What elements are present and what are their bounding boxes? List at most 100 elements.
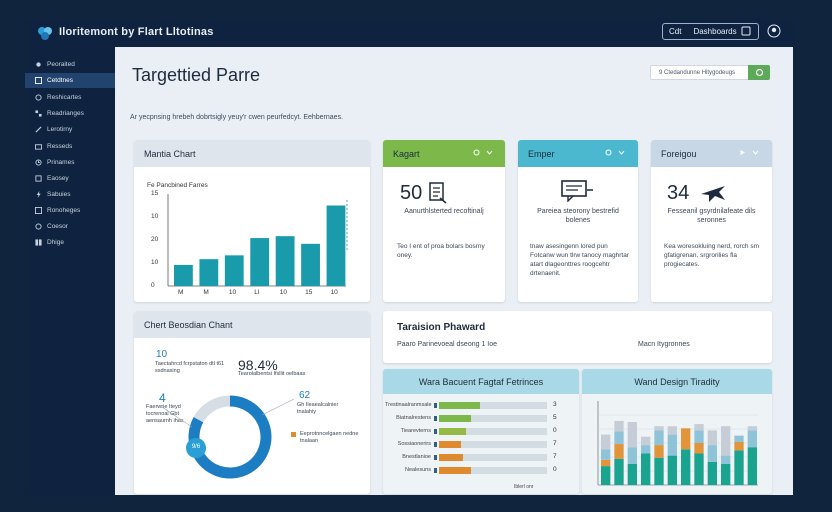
bar bbox=[301, 243, 320, 286]
sidebar-item-reshicartes[interactable]: Reshicartes bbox=[25, 90, 115, 105]
bar-segment bbox=[721, 464, 731, 485]
card-actions bbox=[605, 149, 625, 156]
bar-segment bbox=[694, 443, 704, 454]
callout-line bbox=[261, 398, 295, 416]
circle-icon bbox=[35, 94, 42, 101]
bar-segment bbox=[667, 426, 677, 435]
sidebar-item-sabuies[interactable]: Sabuies bbox=[25, 187, 115, 202]
row-label: Sossiaonerirs bbox=[397, 441, 431, 447]
clock-icon bbox=[35, 159, 42, 166]
edit-icon[interactable] bbox=[741, 26, 751, 36]
sidebar-item-label: Resseds bbox=[47, 143, 73, 150]
card-description: Kea woresokluing nerd, rorch sm gfatigre… bbox=[664, 243, 760, 268]
card-description: tnaw asesingenn lored pun Fotcanw wun tl… bbox=[530, 243, 629, 277]
bar-segment bbox=[641, 445, 651, 454]
bar-segment bbox=[707, 445, 717, 462]
row-label: Nealesuns bbox=[405, 467, 431, 473]
card-title: Taraision Phaward bbox=[397, 322, 486, 333]
row-label: Bnestlanioe bbox=[402, 454, 431, 460]
bar-segment bbox=[601, 466, 611, 485]
sidebar-item-readrianges[interactable]: Readrianges bbox=[25, 106, 115, 121]
search-button[interactable] bbox=[748, 65, 770, 80]
sidebar-item-label: Readrianges bbox=[47, 110, 84, 117]
grid-icon bbox=[35, 77, 42, 84]
bar-segment bbox=[614, 444, 624, 459]
document-icon bbox=[429, 182, 447, 204]
sidebar-item-ronoheges[interactable]: Ronoheges bbox=[25, 203, 115, 218]
page-title: Targettied Parre bbox=[132, 65, 261, 85]
pin-icon bbox=[36, 62, 41, 67]
box-icon bbox=[35, 175, 42, 182]
settings-icon[interactable] bbox=[605, 149, 612, 156]
kpi-value: 50 bbox=[400, 182, 423, 204]
sidebar-item-label: Ronoheges bbox=[47, 207, 81, 214]
donut-center-label: 9/6 bbox=[191, 444, 201, 450]
sidebar-item-lerotirny[interactable]: Lerotirny bbox=[25, 122, 115, 137]
app-title: Iloritemont by Flart Lltotinas bbox=[59, 26, 214, 38]
kpi-caption: Aanurthlsterted recoftinalj bbox=[404, 208, 484, 215]
bar-segment bbox=[627, 464, 637, 485]
chevron-down-icon[interactable] bbox=[752, 149, 759, 156]
sidebar-item-peoraited[interactable]: Peoraited bbox=[25, 57, 115, 72]
row-value: 7 bbox=[553, 440, 557, 447]
row-label: Trestinaalranmsale bbox=[385, 402, 432, 408]
play-icon[interactable] bbox=[739, 149, 746, 156]
bar-segment bbox=[654, 445, 664, 458]
bar-segment bbox=[734, 450, 744, 485]
sidebar-item-label: Dhige bbox=[47, 239, 64, 246]
x-axis-label: Iblerl onr bbox=[514, 484, 534, 490]
bar-segment bbox=[694, 424, 704, 431]
bar-fill bbox=[439, 454, 463, 461]
settings-icon[interactable] bbox=[473, 149, 480, 156]
bar-segment bbox=[654, 430, 664, 446]
taraision-card: Taraision Phaward Paaro Parinevoeal dseo… bbox=[383, 311, 772, 363]
row-marker bbox=[434, 403, 437, 408]
card-title: Wara Bacuent Fagtaf Fetrinces bbox=[383, 369, 579, 394]
airplane-icon bbox=[701, 186, 725, 202]
search-input[interactable]: 9 Ctedandunne Hitygodeugs bbox=[651, 70, 748, 76]
chevron-down-icon[interactable] bbox=[618, 149, 625, 156]
sidebar-item-label: Prinames bbox=[47, 159, 75, 166]
horizontal-bar-card: Wara Bacuent Fagtaf Fetrinces Trestinaal… bbox=[383, 369, 579, 494]
top-button-left-label: Cdt bbox=[669, 27, 682, 36]
bar bbox=[326, 205, 346, 286]
bar bbox=[199, 259, 219, 286]
sidebar-item-dhige[interactable]: Dhige bbox=[25, 235, 115, 250]
bar-segment bbox=[747, 426, 757, 431]
emper-card: Emper Pareiea steorony bestrefid bolenes… bbox=[518, 140, 638, 302]
sidebar-item-prinames[interactable]: Prinames bbox=[25, 155, 115, 170]
sidebar-item-coesor[interactable]: Coesor bbox=[25, 219, 115, 234]
search-bar[interactable]: 9 Ctedandunne Hitygodeugs bbox=[650, 65, 770, 80]
bar-segment bbox=[601, 449, 611, 460]
bar-segment bbox=[681, 428, 691, 450]
chevron-down-icon[interactable] bbox=[486, 149, 493, 156]
stacked-bar-chart bbox=[597, 401, 758, 486]
kagart-card: Kagart 50 Aanurthlsterted recoftinalj Te… bbox=[383, 140, 505, 302]
bar-segment bbox=[707, 461, 717, 485]
folder-icon bbox=[35, 144, 42, 150]
row-marker bbox=[434, 442, 437, 447]
row-label: Tiearevterns bbox=[400, 428, 431, 434]
donut-chart bbox=[161, 395, 295, 479]
user-avatar-icon[interactable] bbox=[767, 24, 781, 38]
row-marker bbox=[434, 429, 437, 434]
bar-fill bbox=[439, 428, 466, 435]
bar-segment bbox=[627, 422, 637, 448]
bar-segment bbox=[694, 453, 704, 485]
bolt-icon bbox=[36, 191, 41, 198]
sidebar-item-resseds[interactable]: Resseds bbox=[25, 139, 115, 154]
card-left-text: Paaro Parinevoeal dseong 1 Ioe bbox=[397, 341, 498, 348]
pencil-icon bbox=[35, 126, 42, 133]
sidebar-item-cetdtnes[interactable]: Cetdtnes bbox=[25, 73, 115, 88]
foreigou-card: Foreigou 34 Fesseanil gsyrdnilafeate dil… bbox=[651, 140, 772, 302]
top-bar: Iloritemont by Flart Lltotinas Cdt Dashb… bbox=[25, 18, 793, 47]
sidebar-item-eaosey[interactable]: Eaosey bbox=[25, 171, 115, 186]
circle-icon bbox=[35, 223, 42, 230]
bar-segment bbox=[667, 455, 677, 485]
bar-segment bbox=[721, 455, 731, 464]
sidebar-item-label: Eaosey bbox=[47, 175, 69, 182]
bar-segment bbox=[601, 434, 611, 450]
sidebar-item-label: Lerotirny bbox=[47, 126, 73, 133]
bar-fill bbox=[439, 415, 472, 422]
app-window: Iloritemont by Flart Lltotinas Cdt Dashb… bbox=[25, 18, 793, 495]
